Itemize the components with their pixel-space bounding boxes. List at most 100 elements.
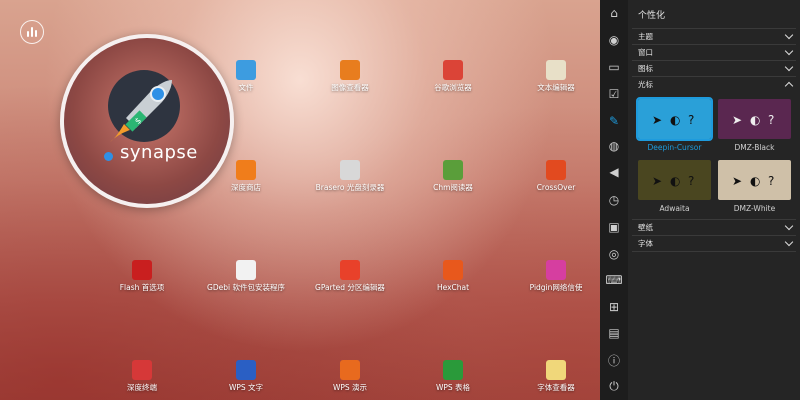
cursor-theme-card[interactable]: ➤ ◐?	[718, 99, 791, 139]
app-launcher-item[interactable]: 文件	[201, 60, 291, 93]
app-label: 字体查看器	[537, 383, 575, 392]
keyboard-icon[interactable]: ⌨	[605, 272, 622, 288]
cursor-preview-icon: ◐	[670, 174, 681, 188]
cursor-theme-name: DMZ-Black	[734, 143, 775, 152]
image-viewer-icon	[340, 60, 360, 80]
app-label: Pidgin网络信使	[529, 283, 583, 292]
section-theme[interactable]: 主题	[632, 28, 796, 44]
cursor-theme-name: Deepin-Cursor	[647, 143, 702, 152]
wps-writer-icon	[236, 360, 256, 380]
wps-spreadsheet-icon	[443, 360, 463, 380]
network-icon[interactable]: ◍	[606, 138, 622, 154]
section-wallpaper[interactable]: 壁纸	[632, 219, 796, 235]
info-icon[interactable]: ⓘ	[606, 352, 622, 368]
system-info-icon[interactable]: ▤	[606, 325, 622, 341]
disc-burner-icon	[340, 160, 360, 180]
section-icons[interactable]: 图标	[632, 60, 796, 76]
app-launcher-item[interactable]: 文本编辑器	[511, 60, 600, 93]
app-launcher-item[interactable]: 深度商店	[201, 160, 291, 193]
folder-icon	[236, 60, 256, 80]
chevron-down-icon	[784, 62, 794, 72]
app-launcher-item[interactable]: CrossOver	[511, 160, 600, 193]
app-label: 谷歌浏览器	[434, 83, 472, 92]
app-launcher-item[interactable]: GParted 分区编辑器	[305, 260, 395, 293]
launcher-icon[interactable]	[20, 20, 44, 44]
account-icon[interactable]: ◉	[606, 32, 622, 48]
cursor-preview-icon: ➤	[732, 113, 743, 127]
app-launcher-item[interactable]: WPS 文字	[201, 360, 291, 393]
datetime-icon[interactable]: ◷	[606, 192, 622, 208]
app-launcher-item[interactable]: 谷歌浏览器	[408, 60, 498, 93]
synapse-dot	[104, 152, 113, 161]
app-label: WPS 文字	[228, 383, 264, 392]
app-label: CrossOver	[536, 183, 576, 192]
cursor-preview-icon: ?	[688, 174, 695, 188]
app-launcher-item[interactable]: 图像查看器	[305, 60, 395, 93]
cursor-preview-icon: ◐	[750, 174, 761, 188]
personalization-icon[interactable]: ✎	[606, 113, 622, 129]
shutdown-icon[interactable]: ⏻	[606, 378, 622, 394]
cursor-preview-icon: ➤	[652, 113, 663, 127]
debian-package-icon	[236, 260, 256, 280]
section-cursor[interactable]: 光标	[632, 76, 796, 92]
app-label: WPS 演示	[332, 383, 368, 392]
flash-icon	[132, 260, 152, 280]
chevron-down-icon	[784, 46, 794, 56]
mouse-icon[interactable]: ◎	[606, 246, 622, 262]
cursor-preview-icon: ➤	[732, 174, 743, 188]
desktop: $ synapse 文件 图像查看器 谷歌浏览器 文本编辑器深度商店 Brasero 光…	[0, 0, 600, 400]
panel-title: 个性化	[638, 11, 666, 21]
app-label: WPS 表格	[435, 383, 471, 392]
hexchat-icon	[443, 260, 463, 280]
app-label: HexChat	[436, 283, 470, 292]
cursor-preview-icon: ?	[768, 113, 775, 127]
text-editor-icon	[546, 60, 566, 80]
cursor-preview-icon: ?	[688, 113, 695, 127]
synapse-label: synapse	[120, 142, 198, 163]
cursor-theme-name: Adwaita	[659, 204, 690, 213]
app-launcher-item[interactable]: Pidgin网络信使	[511, 260, 600, 293]
chm-reader-icon	[443, 160, 463, 180]
store-icon	[236, 160, 256, 180]
app-label: Chm阅读器	[433, 183, 473, 192]
cursor-theme-card[interactable]: ➤ ◐?	[638, 160, 711, 200]
display-icon[interactable]: ▭	[606, 59, 622, 75]
cursor-theme-card[interactable]: ➤ ◐?	[718, 160, 791, 200]
section-window[interactable]: 窗口	[632, 44, 796, 60]
app-launcher-item[interactable]: 字体查看器	[511, 360, 600, 393]
app-label: 文本编辑器	[537, 83, 575, 92]
chevron-down-icon	[784, 30, 794, 40]
app-launcher-item[interactable]: GDebi 软件包安装程序	[201, 260, 291, 293]
cursor-theme-card[interactable]: ➤ ◐?	[636, 97, 713, 141]
crossover-icon	[546, 160, 566, 180]
chevron-down-icon	[784, 237, 794, 247]
wps-presentation-icon	[340, 360, 360, 380]
app-label: 深度终端	[127, 383, 157, 392]
chevron-down-icon	[784, 221, 794, 231]
app-label: 深度商店	[231, 183, 261, 192]
power-icon[interactable]: ▣	[606, 219, 622, 235]
cursor-preview-icon: ◐	[750, 113, 761, 127]
app-label: 文件	[238, 83, 254, 92]
chrome-icon	[443, 60, 463, 80]
app-label: Brasero 光盘刻录器	[315, 183, 385, 192]
rocket-icon: $	[108, 70, 180, 142]
cursor-preview-icon: ➤	[652, 174, 663, 188]
app-label: Flash 首选项	[119, 283, 165, 292]
terminal-icon	[132, 360, 152, 380]
app-launcher-item[interactable]: WPS 表格	[408, 360, 498, 393]
app-launcher-item[interactable]: HexChat	[408, 260, 498, 293]
app-launcher-item[interactable]: Brasero 光盘刻录器	[305, 160, 395, 193]
sound-icon[interactable]: ◀	[606, 164, 622, 180]
font-viewer-icon	[546, 360, 566, 380]
app-launcher-item[interactable]: 深度终端	[97, 360, 187, 393]
home-icon[interactable]: ⌂	[606, 5, 622, 21]
app-launcher-item[interactable]: WPS 演示	[305, 360, 395, 393]
section-font[interactable]: 字体	[632, 235, 796, 251]
shortcuts-icon[interactable]: ⊞	[606, 299, 622, 315]
app-label: GDebi 软件包安装程序	[207, 283, 285, 292]
app-launcher-item[interactable]: Chm阅读器	[408, 160, 498, 193]
app-label: 图像查看器	[331, 83, 369, 92]
default-apps-icon[interactable]: ☑	[606, 86, 622, 102]
app-launcher-item[interactable]: Flash 首选项	[97, 260, 187, 293]
